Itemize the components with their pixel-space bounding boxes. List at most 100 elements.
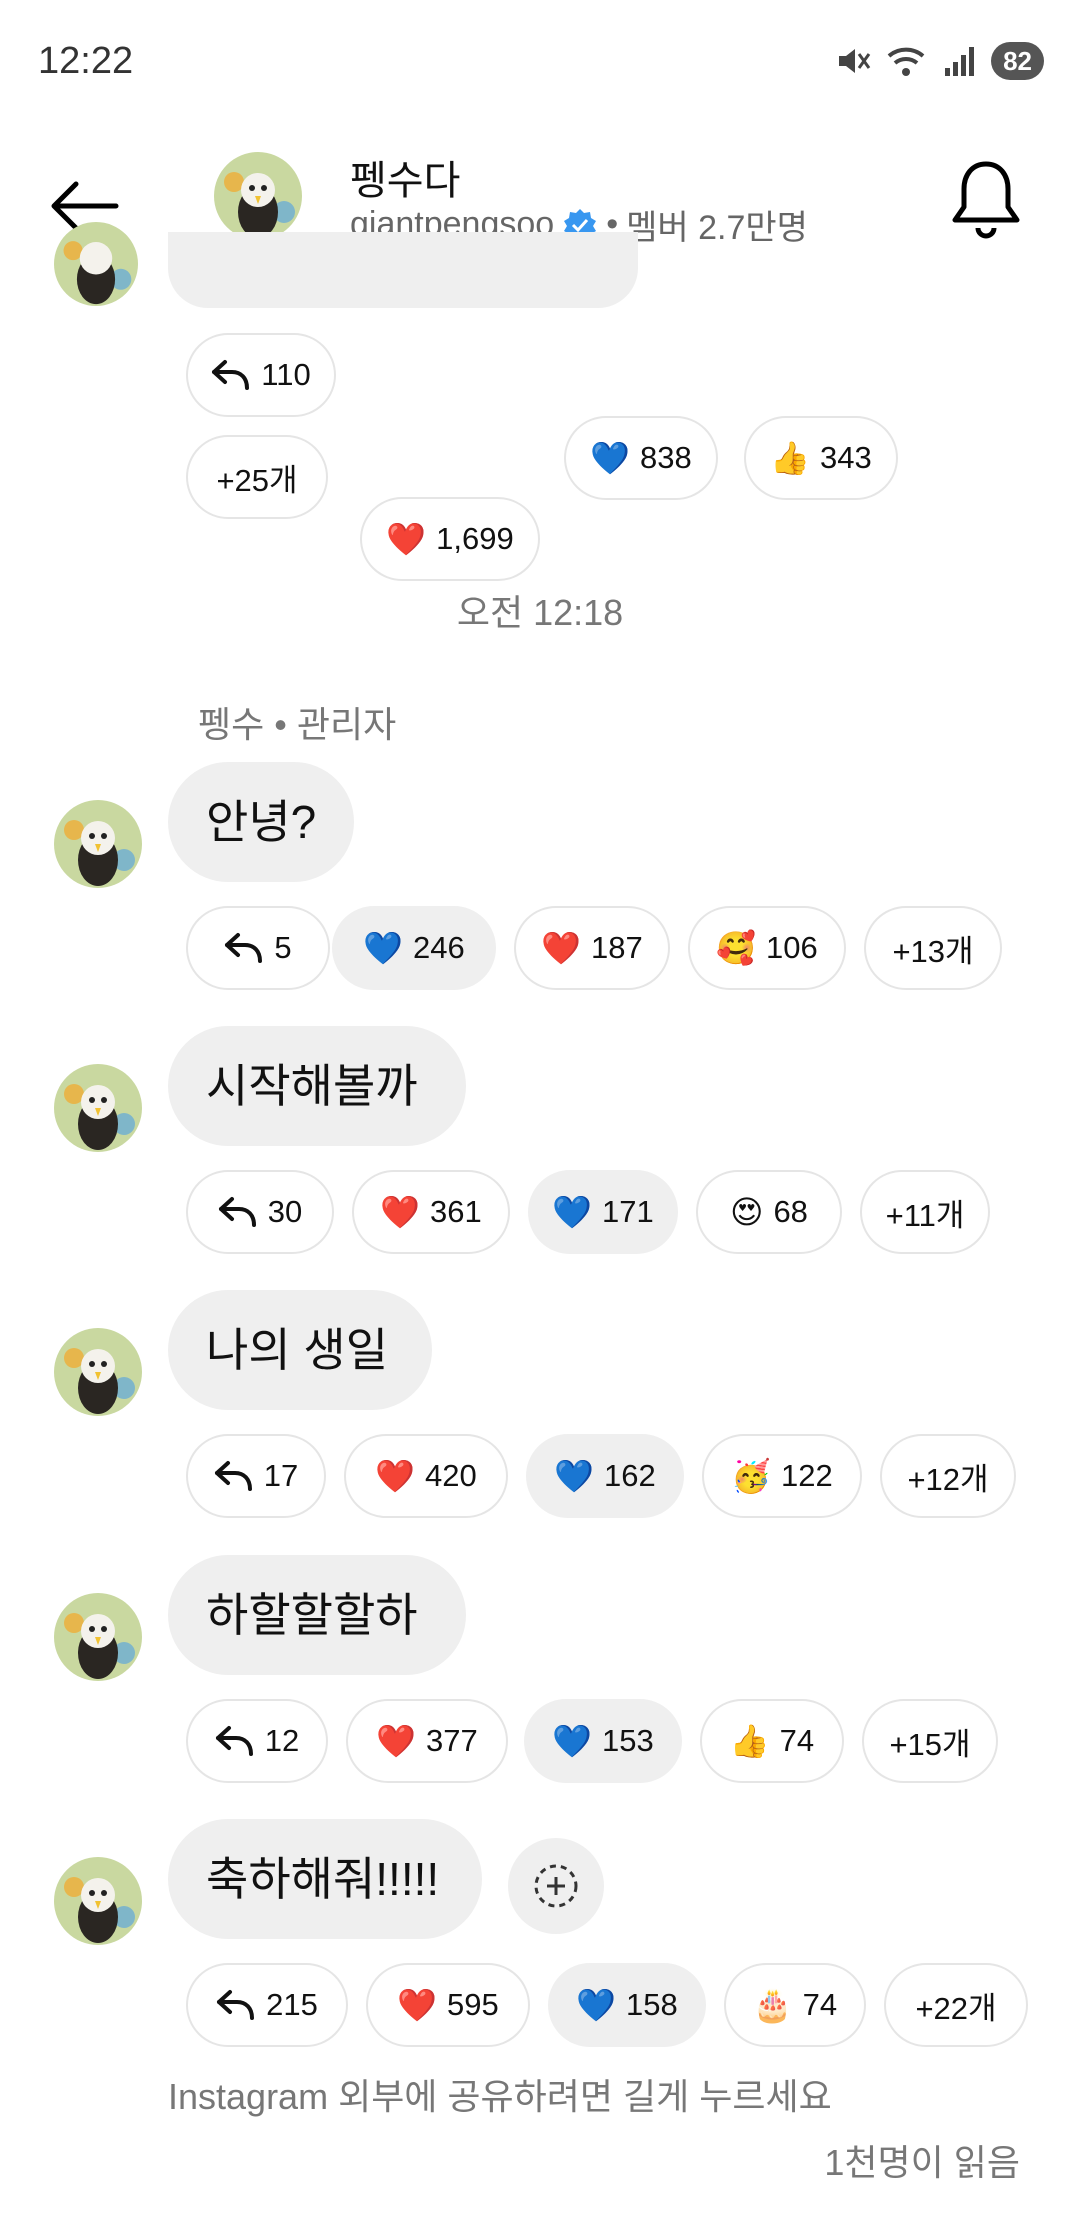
more-reactions-label: +25개	[216, 462, 298, 498]
reply-icon	[218, 1197, 256, 1227]
bell-icon	[952, 161, 1020, 239]
reaction-chip[interactable]: 🥰 106	[688, 906, 846, 990]
reaction-chip[interactable]: ❤️ 1,699	[360, 497, 540, 581]
reply-count-button[interactable]: 17	[186, 1434, 326, 1518]
status-time: 12:22	[38, 40, 134, 82]
signal-icon	[945, 47, 975, 76]
reaction-count: 12	[264, 1723, 300, 1758]
reaction-chip[interactable]: 💙 153	[524, 1699, 682, 1783]
status-icons: 82	[835, 42, 1044, 80]
reaction-count: 106	[766, 930, 818, 965]
reaction-count: 420	[425, 1458, 477, 1493]
notifications-button[interactable]	[946, 156, 1026, 246]
message-bubble[interactable]: 시작해볼까	[168, 1026, 466, 1146]
reaction-count: 162	[604, 1458, 656, 1493]
thumbs-up-icon: 👍	[729, 1723, 770, 1759]
member-count: 멤버 2.7만명	[626, 209, 808, 247]
reply-count-button[interactable]: 12	[186, 1699, 328, 1783]
reaction-chip[interactable]: 💙 838	[564, 416, 718, 500]
reaction-count: 110	[261, 357, 311, 392]
more-reactions-label: +11개	[885, 1197, 965, 1233]
more-reactions-label: +12개	[907, 1461, 989, 1497]
reaction-count: 17	[263, 1458, 299, 1493]
reply-icon	[217, 1990, 255, 2020]
sender-avatar[interactable]	[54, 1857, 142, 1945]
blue-heart-icon: 💙	[552, 1194, 593, 1230]
reaction-count: 361	[430, 1194, 482, 1229]
reaction-chip[interactable]: 👍 74	[700, 1699, 844, 1783]
reaction-count: 187	[591, 930, 643, 965]
status-bar: 12:22 82	[0, 0, 1080, 120]
add-reaction-button[interactable]	[508, 1838, 604, 1934]
heart-eyes-icon: 😍	[730, 1194, 764, 1230]
message-bubble[interactable]: 축하해줘!!!!!	[168, 1819, 482, 1939]
party-face-icon: 🥳	[731, 1458, 772, 1494]
reaction-chip[interactable]: 😍 68	[696, 1170, 842, 1254]
sender-avatar[interactable]	[54, 1328, 142, 1416]
chat-timestamp: 오전 12:18	[456, 592, 624, 633]
reaction-chip[interactable]: 💙 158	[548, 1963, 706, 2047]
reaction-chip[interactable]: ❤️ 361	[352, 1170, 510, 1254]
reaction-chip[interactable]: 👍 343	[744, 416, 898, 500]
mute-icon	[839, 49, 871, 73]
red-heart-icon: ❤️	[380, 1194, 421, 1230]
reaction-chip[interactable]: ❤️ 420	[344, 1434, 508, 1518]
more-reactions-button[interactable]: +25개	[186, 435, 328, 519]
red-heart-icon: ❤️	[386, 521, 427, 557]
reaction-chip[interactable]: 🎂 74	[724, 1963, 866, 2047]
more-reactions-button[interactable]: +12개	[880, 1434, 1016, 1518]
more-reactions-label: +15개	[889, 1726, 971, 1762]
sender-avatar[interactable]	[54, 1064, 142, 1152]
reaction-count: 153	[602, 1723, 654, 1758]
reaction-chip[interactable]: 💙 162	[526, 1434, 684, 1518]
reply-count-button[interactable]: 110	[186, 333, 336, 417]
red-heart-icon: ❤️	[397, 1987, 438, 2023]
blue-heart-icon: 💙	[552, 1723, 593, 1759]
reaction-chip[interactable]: ❤️ 377	[346, 1699, 508, 1783]
blue-heart-icon: 💙	[554, 1458, 595, 1494]
reply-icon	[215, 1726, 253, 1756]
reply-count-button[interactable]: 30	[186, 1170, 334, 1254]
message-bubble[interactable]: 안녕?	[168, 762, 354, 882]
add-reaction-icon	[534, 1864, 578, 1908]
reaction-chip[interactable]: 🥳 122	[702, 1434, 862, 1518]
sender-avatar[interactable]	[54, 1593, 142, 1681]
more-reactions-button[interactable]: +11개	[860, 1170, 990, 1254]
reaction-chip[interactable]: ❤️ 187	[514, 906, 670, 990]
reaction-count: 171	[602, 1194, 654, 1229]
reaction-count: 74	[802, 1987, 838, 2022]
reply-count-button[interactable]: 215	[186, 1963, 348, 2047]
more-reactions-button[interactable]: +22개	[884, 1963, 1028, 2047]
reaction-count: 215	[266, 1987, 318, 2022]
reaction-chip[interactable]: 💙 171	[528, 1170, 678, 1254]
reaction-count: 1,699	[436, 521, 514, 556]
reaction-count: 30	[267, 1194, 303, 1229]
reaction-count: 68	[773, 1194, 808, 1229]
reaction-count: 158	[626, 1987, 678, 2022]
channel-avatar[interactable]	[214, 152, 302, 240]
reply-count-button[interactable]: 5	[186, 906, 330, 990]
reply-icon	[212, 360, 250, 390]
reaction-count: 74	[779, 1723, 815, 1758]
message-bubble-partial[interactable]	[168, 232, 638, 308]
reply-icon	[225, 933, 263, 963]
more-reactions-button[interactable]: +13개	[864, 906, 1002, 990]
channel-title: 펭수다	[350, 159, 461, 203]
blue-heart-icon: 💙	[576, 1987, 617, 2023]
birthday-cake-icon: 🎂	[752, 1987, 793, 2023]
reaction-count: 122	[781, 1458, 833, 1493]
reaction-chip[interactable]: 💙 246	[332, 906, 496, 990]
sender-avatar-partial[interactable]	[54, 222, 138, 306]
share-hint: Instagram 외부에 공유하려면 길게 누르세요	[168, 2076, 832, 2117]
red-heart-icon: ❤️	[375, 1458, 416, 1494]
message-bubble[interactable]: 나의 생일	[168, 1290, 432, 1410]
wifi-icon	[887, 47, 925, 76]
reaction-count: 377	[426, 1723, 478, 1758]
sender-avatar[interactable]	[54, 800, 142, 888]
message-bubble[interactable]: 하할할할하	[168, 1555, 466, 1675]
read-receipt: 1천명이 읽음	[824, 2142, 1020, 2183]
more-reactions-button[interactable]: +15개	[862, 1699, 998, 1783]
reaction-chip[interactable]: ❤️ 595	[366, 1963, 530, 2047]
reaction-count: 343	[820, 440, 872, 475]
thumbs-up-icon: 👍	[770, 440, 811, 476]
